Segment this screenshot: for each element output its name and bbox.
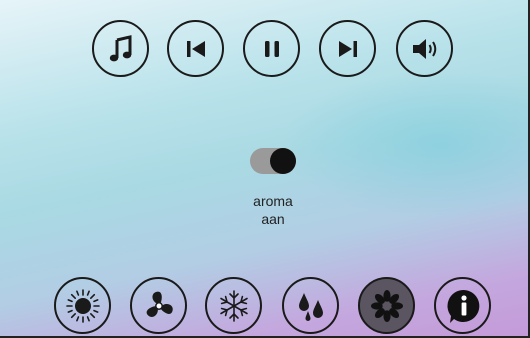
next-button[interactable] xyxy=(319,20,376,77)
aroma-button[interactable] xyxy=(358,277,415,334)
aroma-toggle[interactable] xyxy=(250,148,296,174)
cool-button[interactable] xyxy=(205,277,262,334)
toggle-knob xyxy=(270,148,296,174)
info-button[interactable] xyxy=(434,277,491,334)
volume-icon xyxy=(412,38,436,59)
volume-button[interactable] xyxy=(396,20,453,77)
sun-icon xyxy=(65,288,100,323)
control-screen: aroma aan xyxy=(0,0,530,338)
aroma-state-label: aan xyxy=(261,211,285,227)
light-button[interactable] xyxy=(54,277,111,334)
music-note-icon xyxy=(109,34,131,61)
info-icon xyxy=(446,289,479,323)
water-button[interactable] xyxy=(282,277,339,334)
music-button[interactable] xyxy=(92,20,149,77)
skip-previous-icon xyxy=(186,40,205,57)
fan-icon xyxy=(146,291,173,317)
fan-button[interactable] xyxy=(130,277,187,334)
pause-icon xyxy=(264,40,279,57)
snowflake-icon xyxy=(219,289,248,322)
water-drops-icon xyxy=(298,292,323,321)
skip-next-icon xyxy=(338,40,357,57)
flower-icon xyxy=(370,289,403,322)
pause-button[interactable] xyxy=(243,20,300,77)
previous-button[interactable] xyxy=(167,20,224,77)
aroma-label: aroma xyxy=(253,193,293,209)
